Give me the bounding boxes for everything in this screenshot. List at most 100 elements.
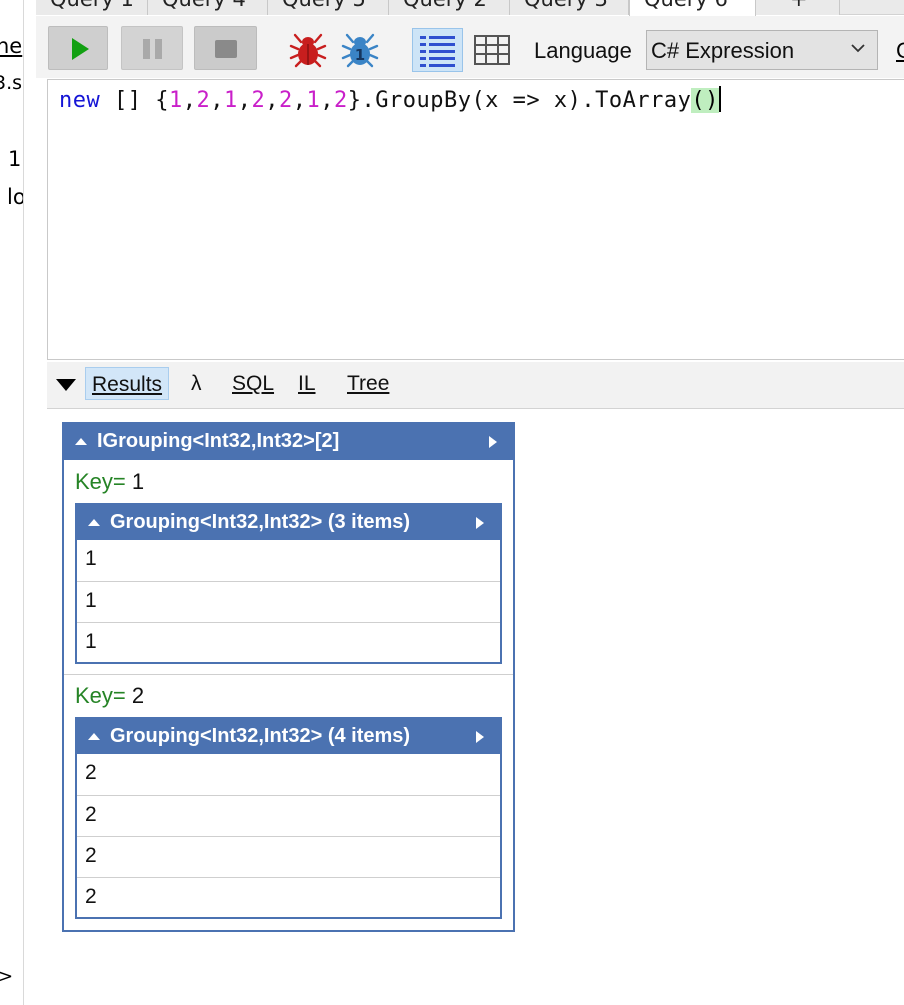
expand-right-icon[interactable] xyxy=(476,517,484,529)
bug-icon[interactable] xyxy=(288,29,328,69)
grid-icon xyxy=(474,35,510,65)
left-panel-strip: ne 3.sc 1 lo > xyxy=(0,0,24,1005)
code-token: , xyxy=(237,88,252,113)
tab-sql-label: SQL xyxy=(232,372,275,395)
tab-query-2[interactable]: Query 2 xyxy=(389,0,510,15)
tab-tree[interactable]: Tree xyxy=(341,367,395,400)
results-outer-table: IGrouping<Int32,Int32>[2] Key= 1 Groupin… xyxy=(62,422,515,932)
code-token: , xyxy=(320,88,334,113)
group-inner-table: Grouping<Int32,Int32> (4 items) 2 2 2 2 xyxy=(75,717,502,919)
tab-label: + xyxy=(790,0,808,11)
stop-icon xyxy=(215,40,237,58)
key-value: 1 xyxy=(131,469,145,494)
tab-query-3[interactable]: Query 3 xyxy=(510,0,629,15)
table-row: 2 xyxy=(77,877,500,918)
group-key-line: Key= 2 xyxy=(75,683,144,709)
bug-step-icon[interactable]: 1 xyxy=(340,29,380,69)
code-token: 2 xyxy=(278,88,293,113)
run-button[interactable] xyxy=(48,26,108,70)
code-token: , xyxy=(292,88,307,113)
table-row: 2 xyxy=(85,761,97,784)
left-fragment-4: lo xyxy=(7,185,24,209)
code-line[interactable]: new [] {1,2,1,2,2,1,2}.GroupBy(x => x).T… xyxy=(59,86,721,113)
table-row: 1 xyxy=(85,547,97,570)
tab-label: Query 4 xyxy=(162,0,246,11)
tab-label: Query 5 xyxy=(282,0,366,11)
table-row: 2 xyxy=(77,795,500,836)
code-token: , xyxy=(265,88,279,113)
table-row: 1 xyxy=(77,581,500,622)
tab-il-label: IL xyxy=(298,372,316,395)
code-token: 2 xyxy=(251,88,266,113)
results-panel: IGrouping<Int32,Int32>[2] Key= 1 Groupin… xyxy=(47,410,904,1005)
code-token: 1 xyxy=(168,88,183,113)
expand-right-icon[interactable] xyxy=(489,436,497,448)
outer-table-header[interactable]: IGrouping<Int32,Int32>[2] xyxy=(64,424,513,460)
tab-tree-label: Tree xyxy=(347,372,390,395)
language-dropdown[interactable]: C# Expression xyxy=(646,30,878,70)
group-inner-table: Grouping<Int32,Int32> (3 items) 1 1 1 xyxy=(75,503,502,664)
collapse-triangle-icon[interactable] xyxy=(56,379,76,391)
tab-results-label: Results xyxy=(92,373,163,396)
group-key-line: Key= 1 xyxy=(75,469,144,495)
key-value: 2 xyxy=(131,683,145,708)
code-token: () xyxy=(691,88,719,113)
outer-table-title: IGrouping<Int32,Int32>[2] xyxy=(97,430,340,452)
code-token: new xyxy=(59,88,101,113)
language-value: C# Expression xyxy=(651,38,795,63)
text-caret xyxy=(718,86,721,112)
code-token: , xyxy=(210,88,224,113)
query-tab-strip: Query 1 Query 4 Query 5 Query 2 Query 3 … xyxy=(36,0,904,16)
tab-query-5[interactable]: Query 5 xyxy=(268,0,389,15)
tab-query-6[interactable]: Query 6 xyxy=(629,0,756,16)
inner-table-title: Grouping<Int32,Int32> (3 items) xyxy=(110,511,411,533)
pause-button[interactable] xyxy=(121,26,183,70)
svg-text:1: 1 xyxy=(355,46,365,64)
code-token: 2 xyxy=(196,88,211,113)
group-1: Key= 1 Grouping<Int32,Int32> (3 items) 1… xyxy=(64,460,513,674)
grid-button[interactable] xyxy=(470,28,514,72)
key-label: Key= xyxy=(75,469,126,494)
rich-grid-button[interactable] xyxy=(412,28,463,72)
inner-table-header[interactable]: Grouping<Int32,Int32> (4 items) xyxy=(77,719,500,754)
tab-label: Query 2 xyxy=(403,0,487,11)
left-fragment-3: 1 xyxy=(8,147,22,171)
chevron-down-icon xyxy=(851,44,865,53)
left-fragment-1[interactable]: ne xyxy=(0,34,22,58)
code-token: 1 xyxy=(223,88,238,113)
tab-sql[interactable]: SQL xyxy=(226,367,280,400)
group-2: Key= 2 Grouping<Int32,Int32> (4 items) 2… xyxy=(64,675,513,930)
table-row: 1 xyxy=(77,622,500,663)
expand-right-icon[interactable] xyxy=(476,731,484,743)
inner-table-header[interactable]: Grouping<Int32,Int32> (3 items) xyxy=(77,505,500,540)
code-token: [] { xyxy=(100,88,169,113)
collapse-up-icon[interactable] xyxy=(88,519,100,526)
play-icon xyxy=(72,38,89,60)
tab-query-4[interactable]: Query 4 xyxy=(148,0,268,15)
inner-table-title: Grouping<Int32,Int32> (4 items) xyxy=(110,725,411,747)
stop-button[interactable] xyxy=(194,26,257,70)
code-token: , xyxy=(182,88,197,113)
code-token: 1 xyxy=(306,88,321,113)
toolbar-right-fragment[interactable]: C xyxy=(896,38,904,64)
table-row: 2 xyxy=(77,836,500,877)
code-token: 2 xyxy=(333,88,348,113)
tab-lambda-label: λ xyxy=(191,372,202,395)
tab-label: Query 6 xyxy=(644,0,728,11)
tab-new[interactable]: + xyxy=(756,0,840,15)
tab-label: Query 1 xyxy=(50,0,134,11)
tab-lambda[interactable]: λ xyxy=(185,367,208,400)
tab-label: Query 3 xyxy=(524,0,608,11)
code-token: }.GroupBy(x => x).ToArray xyxy=(347,88,692,113)
tab-query-1[interactable]: Query 1 xyxy=(36,0,148,15)
language-label: Language xyxy=(534,38,632,63)
collapse-up-icon[interactable] xyxy=(88,733,100,740)
tab-il[interactable]: IL xyxy=(292,367,322,400)
query-editor[interactable]: new [] {1,2,1,2,2,1,2}.GroupBy(x => x).T… xyxy=(47,79,904,360)
key-label: Key= xyxy=(75,683,126,708)
collapse-up-icon[interactable] xyxy=(75,438,87,445)
left-fragment-2: 3.sc xyxy=(0,72,23,94)
left-fragment-5[interactable]: > xyxy=(0,966,13,987)
rich-grid-icon xyxy=(420,36,455,67)
tab-results[interactable]: Results xyxy=(85,367,170,400)
